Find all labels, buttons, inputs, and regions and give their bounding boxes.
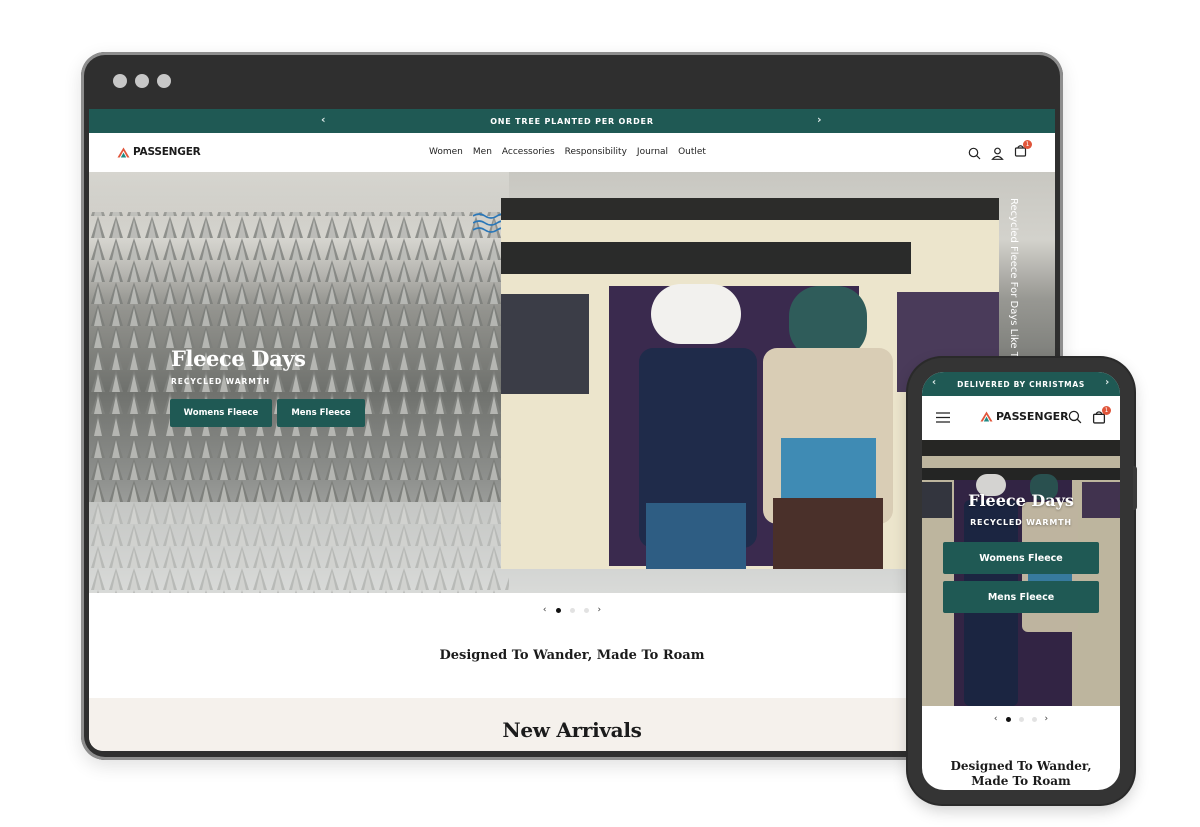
search-icon[interactable] (968, 147, 981, 160)
slider-next-icon[interactable]: › (598, 605, 602, 615)
side-caption-text: Recycled Fleece For Days Like This (1008, 198, 1019, 372)
nav-link-men[interactable]: Men (473, 147, 492, 157)
mobile-cart-count-badge: 1 (1102, 406, 1111, 415)
mobile-logo-text: PASSENGER (996, 410, 1069, 423)
mens-fleece-button[interactable]: Mens Fleece (277, 399, 365, 427)
window-minimize-dot[interactable] (135, 74, 149, 88)
mobile-page: ‹ DELIVERED BY CHRISTMAS › PASSENGER 1 F… (922, 372, 1120, 790)
logo-text: PASSENGER (133, 146, 201, 158)
slider-prev-icon[interactable]: ‹ (543, 605, 547, 615)
slider-prev-icon[interactable]: ‹ (994, 714, 998, 724)
site-header: PASSENGER Women Men Accessories Responsi… (89, 133, 1055, 172)
nav-link-outlet[interactable]: Outlet (678, 147, 706, 157)
mobile-hero-title: Fleece Days (968, 491, 1074, 510)
phone-side-button (1133, 466, 1137, 510)
nav-link-journal[interactable]: Journal (637, 147, 668, 157)
announcement-text: ONE TREE PLANTED PER ORDER (490, 116, 654, 126)
chevron-left-icon[interactable]: ‹ (321, 113, 326, 126)
main-nav: Women Men Accessories Responsibility Jou… (429, 147, 706, 157)
menu-icon[interactable] (936, 412, 950, 423)
slider-dot-3[interactable] (583, 607, 589, 613)
chevron-left-icon[interactable]: ‹ (932, 377, 937, 388)
slider-dot-1[interactable] (555, 607, 561, 613)
logo-mark-icon (980, 411, 993, 422)
womens-fleece-button[interactable]: Womens Fleece (170, 399, 272, 427)
hero-subtitle: RECYCLED WARMTH (171, 377, 271, 386)
search-icon[interactable] (1068, 410, 1082, 424)
slider-dot-2[interactable] (569, 607, 575, 613)
nav-link-responsibility[interactable]: Responsibility (565, 147, 627, 157)
mobile-header: PASSENGER 1 (922, 396, 1120, 440)
window-maximize-dot[interactable] (157, 74, 171, 88)
mobile-cart-button[interactable]: 1 (1092, 406, 1111, 429)
logo[interactable]: PASSENGER (117, 146, 201, 158)
cart-count-badge: 1 (1023, 140, 1032, 149)
mobile-hero-subtitle: RECYCLED WARMTH (970, 518, 1072, 527)
mobile-brand-tagline: Designed To Wander, Made To Roam (950, 759, 1092, 788)
mobile-announcement-bar: ‹ DELIVERED BY CHRISTMAS › (922, 372, 1120, 396)
chevron-right-icon[interactable]: › (1105, 377, 1110, 388)
window-controls (113, 74, 171, 88)
slider-dot-1[interactable] (1005, 716, 1011, 722)
hero-title: Fleece Days (171, 346, 306, 371)
slider-dot-2[interactable] (1018, 716, 1024, 722)
chevron-right-icon[interactable]: › (817, 113, 822, 126)
header-actions: 1 (968, 140, 1032, 162)
slider-next-icon[interactable]: › (1045, 714, 1049, 724)
nav-link-accessories[interactable]: Accessories (502, 147, 555, 157)
slider-dot-3[interactable] (1031, 716, 1037, 722)
mobile-slider-controls: ‹ › (922, 714, 1120, 724)
nav-link-women[interactable]: Women (429, 147, 463, 157)
logo-mark-icon (117, 147, 130, 157)
mobile-logo[interactable]: PASSENGER (980, 410, 1069, 423)
mobile-mens-fleece-button[interactable]: Mens Fleece (943, 581, 1099, 613)
phone-device: ‹ DELIVERED BY CHRISTMAS › PASSENGER 1 F… (908, 358, 1137, 804)
account-icon[interactable] (991, 147, 1004, 160)
mobile-announcement-text: DELIVERED BY CHRISTMAS (957, 379, 1085, 389)
window-close-dot[interactable] (113, 74, 127, 88)
mobile-womens-fleece-button[interactable]: Womens Fleece (943, 542, 1099, 574)
cart-button[interactable]: 1 (1014, 140, 1032, 162)
announcement-bar: ‹ ONE TREE PLANTED PER ORDER › (89, 109, 1055, 133)
